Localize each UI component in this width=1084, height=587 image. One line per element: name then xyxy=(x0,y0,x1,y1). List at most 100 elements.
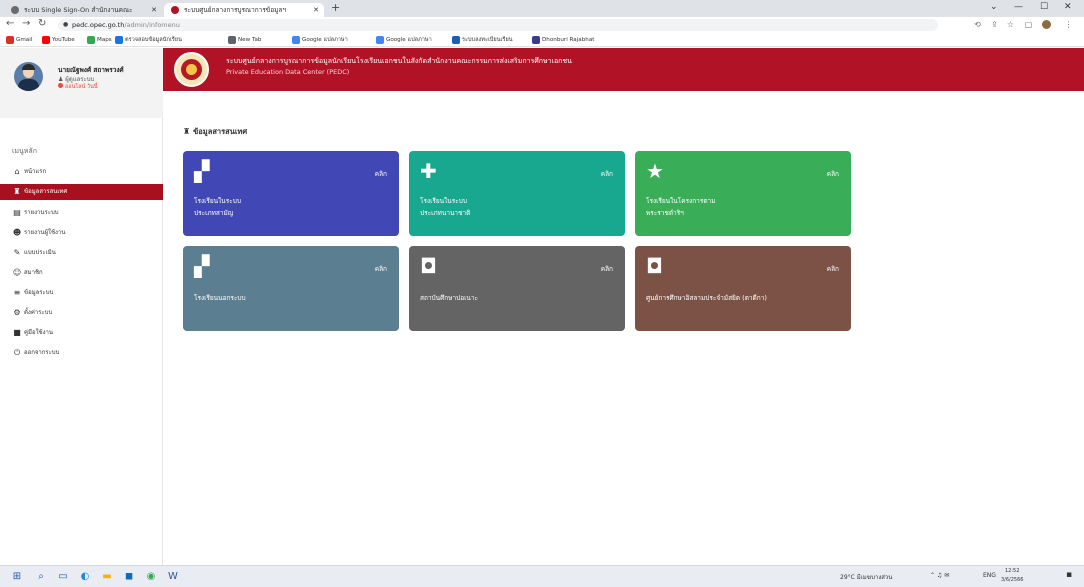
sidebar-item-info[interactable]: ♜ ข้อมูลสารสนเทศ xyxy=(0,184,163,200)
bookmark-star-icon[interactable]: ☆ xyxy=(1006,20,1015,29)
address-bar[interactable]: ● pedc.opec.go.th/admin/infomenu xyxy=(58,19,938,31)
close-window-button[interactable]: ✕ xyxy=(1064,2,1072,12)
card-formal-school[interactable]: ▞ คลิก โรงเรียนในระบบ ประเภทสามัญ xyxy=(183,151,399,236)
store-icon[interactable]: ◼ xyxy=(122,570,136,584)
card-click-link[interactable]: คลิก xyxy=(827,169,839,179)
card-pondok-institute[interactable]: ◘ คลิก สถาบันศึกษาปอเนาะ xyxy=(409,246,625,331)
tab-search-icon[interactable]: ⌄ xyxy=(990,2,998,12)
opec-logo xyxy=(174,52,209,87)
windows-taskbar: ⊞ ⌕ ▭ ◐ ▬ ◼ ◉ W 29°C มีเมฆบางส่วน ⌃ ♫ ✉ … xyxy=(0,565,1084,587)
browser-toolbar: ← → ↻ ● pedc.opec.go.th/admin/infomenu ⟲… xyxy=(0,17,1084,33)
sidebar-item-label: ตั้งค่าระบบ xyxy=(24,309,53,316)
star-icon: ★ xyxy=(646,159,664,183)
sidebar-item-label: รายงานระบบ xyxy=(24,209,59,216)
bookmark-new-tab[interactable]: New Tab xyxy=(228,35,261,45)
card-click-link[interactable]: คลิก xyxy=(827,264,839,274)
share-icon[interactable]: ⇪ xyxy=(990,20,999,29)
tab-label: ระบบ Single Sign-On สำนักงานคณะ xyxy=(24,6,133,14)
gmail-icon xyxy=(6,36,14,44)
system-tray-icons[interactable]: ⌃ ♫ ✉ xyxy=(930,572,949,579)
sidebar-item-settings[interactable]: ⚙ ตั้งค่าระบบ xyxy=(0,305,163,321)
card-click-link[interactable]: คลิก xyxy=(601,264,613,274)
sidebar-item-user-report[interactable]: ☻ รายงานผู้ใช้งาน xyxy=(0,225,163,241)
file-explorer-icon[interactable]: ▬ xyxy=(100,570,114,584)
sidepanel-icon[interactable]: ▢ xyxy=(1024,20,1033,29)
lock-icon: ● xyxy=(63,21,69,28)
browser-tab-pedc[interactable]: ระบบศูนย์กลางการบูรณาการข้อมูลฯ ✕ xyxy=(164,3,324,17)
sidebar-item-manual[interactable]: ■ คู่มือใช้งาน xyxy=(0,325,163,341)
sidebar-item-system-data[interactable]: ≡ ข้อมูลระบบ xyxy=(0,285,163,301)
profile-avatar-icon[interactable] xyxy=(1042,20,1051,29)
sidebar-item-label: ออกจากระบบ xyxy=(24,349,60,356)
menu-heading: เมนูหลัก xyxy=(12,147,37,155)
bookmark-dhonburi[interactable]: Dhonburi Rajabhat xyxy=(532,35,594,45)
university-icon xyxy=(532,36,540,44)
sidebar-item-home[interactable]: ⌂ หน้าแรก xyxy=(0,164,163,180)
pen-icon: ✎ xyxy=(13,248,21,257)
word-icon[interactable]: W xyxy=(166,570,180,584)
bookmarks-bar: Gmail YouTube Maps ตรวจสอบข้อมูลนักเรียน… xyxy=(0,33,1084,47)
card-non-formal-school[interactable]: ▞ คลิก โรงเรียนนอกระบบ xyxy=(183,246,399,331)
settings-icon: ⚙ xyxy=(13,308,21,317)
sidebar-item-evaluation[interactable]: ✎ แบบประเมิน xyxy=(0,245,163,261)
notification-icon[interactable]: ▪ xyxy=(1066,570,1072,580)
translate-icon xyxy=(292,36,300,44)
card-click-link[interactable]: คลิก xyxy=(601,169,613,179)
back-button[interactable]: ← xyxy=(6,18,14,29)
sidebar-item-label: รายงานผู้ใช้งาน xyxy=(24,229,66,236)
school-icon: ♜ xyxy=(183,127,191,136)
bookmark-maps[interactable]: Maps xyxy=(87,35,112,45)
school-building-icon: ▞ xyxy=(194,159,210,183)
sidebar-item-system-report[interactable]: ▤ รายงานระบบ xyxy=(0,205,163,221)
translate-icon[interactable]: ⟲ xyxy=(973,20,982,29)
minimize-button[interactable]: — xyxy=(1014,2,1023,12)
card-click-link[interactable]: คลิก xyxy=(375,264,387,274)
browser-tab-sso[interactable]: ระบบ Single Sign-On สำนักงานคณะ ✕ xyxy=(4,3,162,17)
bookmark-youtube[interactable]: YouTube xyxy=(42,35,75,45)
card-tadika-center[interactable]: ◘ คลิก ศูนย์การศึกษาอิสลามประจำมัสยิด (ต… xyxy=(635,246,851,331)
status-dot-icon xyxy=(58,83,63,88)
browser-menu-icon[interactable]: ⋮ xyxy=(1064,20,1073,29)
users-icon: ☻ xyxy=(12,228,22,237)
url-host: pedc.opec.go.th xyxy=(72,21,125,29)
translate-icon xyxy=(376,36,384,44)
sidebar-item-label: คู่มือใช้งาน xyxy=(24,329,53,336)
bookmark-gmail[interactable]: Gmail xyxy=(6,35,32,45)
search-icon[interactable]: ⌕ xyxy=(34,570,48,584)
card-title: สถาบันศึกษาปอเนาะ xyxy=(420,294,478,302)
database-icon: ≡ xyxy=(13,288,21,297)
header-banner: ระบบศูนย์กลางการบูรณาการข้อมูลนักเรียนโร… xyxy=(163,48,1084,91)
close-tab-icon[interactable]: ✕ xyxy=(151,3,157,17)
bookmark-student-check[interactable]: ตรวจสอบข้อมูลนักเรียน xyxy=(115,35,182,45)
sidebar-item-label: หน้าแรก xyxy=(24,168,47,175)
bookmark-translate-1[interactable]: Google แปลภาษา xyxy=(292,35,348,45)
clock-date[interactable]: 3/6/2566 xyxy=(1001,577,1023,583)
card-title: โรงเรียนในระบบ ประเภทนานาชาติ xyxy=(420,197,471,217)
sidebar-item-logout[interactable]: ⏻ ออกจากระบบ xyxy=(0,345,163,361)
bookmark-registration[interactable]: ระบบลงทะเบียนเรียน xyxy=(452,35,513,45)
youtube-icon xyxy=(42,36,50,44)
card-royal-project-school[interactable]: ★ คลิก โรงเรียนในโครงการตาม พระราชดำริฯ xyxy=(635,151,851,236)
clock-time[interactable]: 12:52 xyxy=(1005,568,1019,574)
maximize-button[interactable]: ☐ xyxy=(1040,2,1048,12)
bookmark-translate-2[interactable]: Google แปลภาษา xyxy=(376,35,432,45)
maps-icon xyxy=(87,36,95,44)
sidebar-item-members[interactable]: ☺ สมาชิก xyxy=(0,265,163,281)
weather-widget[interactable]: 29°C มีเมฆบางส่วน xyxy=(840,572,892,582)
task-view-icon[interactable]: ▭ xyxy=(56,570,70,584)
card-international-school[interactable]: ✚ คลิก โรงเรียนในระบบ ประเภทนานาชาติ xyxy=(409,151,625,236)
close-tab-icon[interactable]: ✕ xyxy=(313,3,319,17)
card-click-link[interactable]: คลิก xyxy=(375,169,387,179)
avatar[interactable] xyxy=(14,62,43,91)
card-title: โรงเรียนนอกระบบ xyxy=(194,294,246,302)
language-indicator[interactable]: ENG xyxy=(983,572,996,579)
bookmark-icon xyxy=(452,36,460,44)
forward-button[interactable]: → xyxy=(22,18,30,29)
reload-button[interactable]: ↻ xyxy=(38,18,46,29)
new-tab-button[interactable]: + xyxy=(331,1,340,14)
mosque-icon: ◘ xyxy=(646,254,663,278)
home-icon: ⌂ xyxy=(14,167,20,176)
edge-icon[interactable]: ◐ xyxy=(78,570,92,584)
windows-start-icon[interactable]: ⊞ xyxy=(10,570,24,584)
chrome-icon[interactable]: ◉ xyxy=(144,570,158,584)
